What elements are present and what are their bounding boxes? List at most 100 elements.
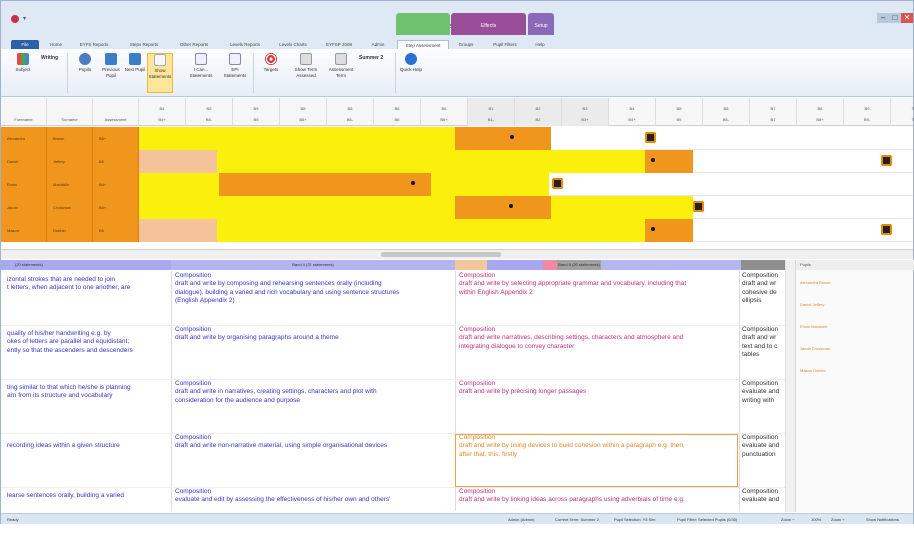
epi-statements-button[interactable]: EPI Statements xyxy=(221,53,249,93)
grid-column-header[interactable]: B6 B6 xyxy=(374,98,421,126)
statement-cell[interactable]: Composition draft and write by composing … xyxy=(175,272,453,324)
grid-column-header[interactable]: B6 B6- xyxy=(327,98,374,126)
restore-button[interactable]: □ xyxy=(889,13,901,23)
vertical-scrollbar[interactable] xyxy=(785,260,795,512)
band-header-2[interactable]: Band 4 (21 statements) xyxy=(171,260,455,270)
tab-levels-charts[interactable]: Levels Charts xyxy=(273,40,313,49)
pupil-list-item[interactable]: Daniel Jeffery xyxy=(800,302,824,307)
tab-home[interactable]: Home xyxy=(45,40,67,49)
pupil-forename-cell[interactable]: Ennis xyxy=(1,173,47,196)
assessment-cell[interactable] xyxy=(217,219,645,242)
pupil-assessment-cell[interactable]: B6+ xyxy=(93,196,139,219)
zoom-out-button[interactable]: Zoom − xyxy=(781,514,795,525)
assessment-cell[interactable] xyxy=(139,196,455,219)
target-marker-icon[interactable] xyxy=(645,132,656,143)
grid-column-header[interactable]: B5 B5 xyxy=(656,98,703,126)
statement-cell[interactable]: ting similar to that which he/she is pla… xyxy=(7,384,169,436)
col-forename-header[interactable]: Forename xyxy=(1,98,47,126)
table-row[interactable]: Daniel Jeffery B5 xyxy=(1,150,913,173)
status-pupil-filter[interactable]: Pupil Filter: Selected Pupils (0/30) xyxy=(677,514,737,525)
target-marker-icon[interactable] xyxy=(881,224,892,235)
pupil-list-item[interactable]: Mason Dobbin xyxy=(800,368,826,373)
scroll-thumb[interactable] xyxy=(381,252,501,257)
tab-eyfsp[interactable]: EYFSP 2008 xyxy=(319,40,359,49)
previous-pupil-button[interactable]: Previous Pupil xyxy=(99,53,123,93)
assessment-cell[interactable] xyxy=(139,173,219,196)
close-button[interactable]: ✕ xyxy=(901,13,913,23)
target-marker-icon[interactable] xyxy=(693,201,704,212)
statement-cell[interactable]: Composition draft and write narratives, d… xyxy=(459,326,737,378)
statement-cell[interactable]: Composition draft and wr text and to c ta… xyxy=(742,326,784,378)
minimize-button[interactable]: – xyxy=(877,13,889,23)
app-logo-icon[interactable] xyxy=(11,15,19,23)
assessment-cell[interactable] xyxy=(217,150,645,173)
table-row[interactable]: Ennis Mandolin B4+ xyxy=(1,173,913,196)
tab-help[interactable]: Help xyxy=(529,40,551,49)
pupil-list-item[interactable]: Jacob Crossman xyxy=(800,346,830,351)
show-term-assessed-button[interactable]: Show Term Assessed xyxy=(291,53,321,93)
assessment-cell[interactable] xyxy=(431,173,549,196)
pupil-assessment-cell[interactable]: B5 xyxy=(93,150,139,173)
pupil-list-item[interactable]: Ennis Mandolin xyxy=(800,324,827,329)
statement-cell[interactable]: Composition draft and write by précising … xyxy=(459,380,737,432)
grid-column-header[interactable]: B6 B6- xyxy=(703,98,750,126)
grid-column-header[interactable]: B5 B5- xyxy=(186,98,233,126)
tab-step-assessment[interactable]: Step Assessment xyxy=(397,40,449,49)
tab-steps-reports[interactable]: Steps Reports xyxy=(123,40,165,49)
pupils-button[interactable]: Pupils xyxy=(73,53,97,93)
pupil-forename-cell[interactable]: Daniel xyxy=(1,150,47,173)
quick-help-button[interactable]: Quick Help xyxy=(399,53,423,93)
grid-column-header[interactable]: B4 B4+ xyxy=(609,98,656,126)
pupil-surname-cell[interactable]: Mandolin xyxy=(47,173,93,196)
assessment-cell[interactable] xyxy=(219,173,431,196)
pupil-surname-cell[interactable]: Jeffery xyxy=(47,150,93,173)
zoom-in-button[interactable]: Zoom + xyxy=(831,514,845,525)
statement-cell[interactable]: Composition evaluate and writing with xyxy=(742,380,784,432)
target-marker-icon[interactable] xyxy=(881,155,892,166)
pupil-surname-cell[interactable]: Crossman xyxy=(47,196,93,219)
pupil-forename-cell[interactable]: Jacob xyxy=(1,196,47,219)
grid-column-header[interactable]: B4 B4+ xyxy=(139,98,186,126)
pupil-surname-cell[interactable]: Dobbin xyxy=(47,219,93,242)
assessment-cell[interactable] xyxy=(139,127,455,150)
band-header-3[interactable]: Band 5 (20 statements) xyxy=(557,260,601,270)
band-header-1[interactable]: (20 statements) xyxy=(1,260,171,270)
pupil-assessment-cell[interactable]: B4+ xyxy=(93,173,139,196)
table-row[interactable]: Mason Dobbin B5 xyxy=(1,219,913,242)
statement-cell[interactable]: quality of his/her handwriting e.g. by o… xyxy=(7,330,169,382)
tab-groups[interactable]: Groups xyxy=(453,40,479,49)
pupil-forename-cell[interactable]: Mason xyxy=(1,219,47,242)
assessment-cell[interactable] xyxy=(455,127,551,150)
assessment-cell[interactable] xyxy=(455,196,551,219)
show-statements-button[interactable]: Show Statements xyxy=(147,53,173,93)
subject-button[interactable]: Subject xyxy=(11,53,35,93)
col-surname-header[interactable]: Surname xyxy=(47,98,93,126)
show-notifications-button[interactable]: Show Notifications xyxy=(866,514,899,525)
pupil-surname-cell[interactable]: Brown xyxy=(47,127,93,150)
targets-button[interactable]: Targets xyxy=(259,53,283,93)
pupil-list-item[interactable]: Alexandra Brown xyxy=(800,280,830,285)
statement-cell[interactable]: recording ideas within a given structure xyxy=(7,442,169,494)
assessment-term-button[interactable]: Assessment Term xyxy=(325,53,357,93)
statement-cell[interactable]: Composition draft and write non-narrative… xyxy=(175,434,453,486)
assessment-cell[interactable] xyxy=(551,196,693,219)
statement-cell[interactable]: Composition evaluate and punctuation xyxy=(742,434,784,486)
pupil-assessment-cell[interactable]: B5 xyxy=(93,219,139,242)
grid-column-header[interactable]: B6 B6+ xyxy=(421,98,468,126)
grid-column-header[interactable]: B8 B8+ xyxy=(797,98,844,126)
pupil-forename-cell[interactable]: Alexandra xyxy=(1,127,47,150)
tab-other-reports[interactable]: Other Reports xyxy=(173,40,215,49)
grid-column-header[interactable]: B9 B9- xyxy=(844,98,891,126)
statement-cell[interactable]: izontal strokes that are needed to join … xyxy=(7,276,169,328)
statement-cell[interactable]: Composition draft and write by organising… xyxy=(175,326,453,378)
pupil-assessment-cell[interactable]: B6+ xyxy=(93,127,139,150)
statement-cell[interactable]: Composition draft and wr cohesive de elli… xyxy=(742,272,784,324)
grid-column-header[interactable]: B1 B1- xyxy=(468,98,515,126)
col-assessment-header[interactable]: Assessment xyxy=(93,98,139,126)
target-marker-icon[interactable] xyxy=(552,178,563,189)
grid-column-header[interactable]: T0T0 xyxy=(891,98,914,126)
assessment-cell[interactable] xyxy=(551,127,645,150)
table-row[interactable]: Alexandra Brown B6+ xyxy=(1,127,913,150)
tab-eyfs-reports[interactable]: EYFS Reports xyxy=(73,40,115,49)
assessment-cell[interactable] xyxy=(139,219,217,242)
